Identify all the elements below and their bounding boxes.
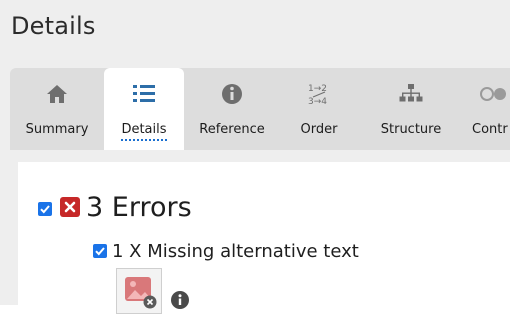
tab-bar: Summary Details Reference 1→2 3→4 Order … bbox=[10, 68, 510, 150]
tab-label: Summary bbox=[25, 122, 89, 137]
contrast-icon bbox=[464, 82, 510, 106]
errors-card: 3 Errors 1 X Missing alternative text bbox=[18, 162, 510, 322]
tab-label: Structure bbox=[380, 122, 442, 137]
details-panel: Details Summary Details Reference 1→2 3→… bbox=[0, 0, 510, 322]
tab-summary[interactable]: Summary bbox=[10, 68, 104, 150]
tab-label: Details bbox=[104, 122, 184, 141]
info-icon[interactable] bbox=[170, 290, 190, 310]
tab-details[interactable]: Details bbox=[104, 68, 184, 150]
order-icon: 1→2 3→4 bbox=[280, 82, 358, 107]
tab-label: Reference bbox=[199, 122, 265, 137]
errors-checkbox[interactable] bbox=[38, 202, 52, 216]
svg-text:3→4: 3→4 bbox=[308, 97, 327, 107]
tab-order[interactable]: 1→2 3→4 Order bbox=[280, 68, 358, 150]
tab-contrast[interactable]: Contr bbox=[464, 68, 510, 150]
errors-title: 3 Errors bbox=[86, 192, 192, 223]
list-icon bbox=[104, 82, 184, 106]
image-error-icon[interactable] bbox=[116, 268, 162, 314]
panel-title: Details bbox=[11, 12, 96, 40]
home-icon bbox=[10, 82, 104, 106]
tab-label: Order bbox=[300, 122, 338, 137]
missing-alt-checkbox[interactable] bbox=[93, 244, 107, 258]
details-content: 3 Errors 1 X Missing alternative text bbox=[10, 150, 510, 322]
tab-reference[interactable]: Reference bbox=[184, 68, 280, 150]
info-icon bbox=[184, 82, 280, 106]
structure-icon bbox=[358, 82, 464, 106]
error-icon bbox=[60, 197, 80, 217]
tab-label: Contr bbox=[472, 122, 508, 137]
missing-alt-text-item[interactable]: 1 X Missing alternative text bbox=[112, 241, 359, 262]
tab-structure[interactable]: Structure bbox=[358, 68, 464, 150]
